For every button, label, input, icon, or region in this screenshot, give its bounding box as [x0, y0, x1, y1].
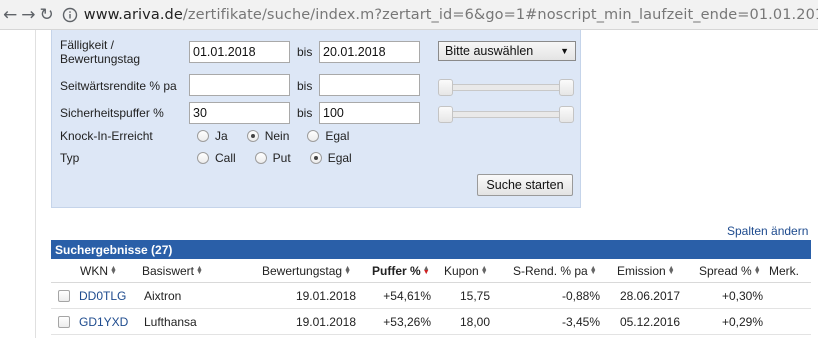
typ-option-egal[interactable]: Egal [309, 151, 352, 165]
column-header-srend[interactable]: S-Rend. % pa ▲ ▼ [513, 264, 597, 278]
puffer-to-input[interactable] [319, 102, 420, 124]
column-header-basiswert[interactable]: Basiswert ▲ ▼ [142, 264, 203, 278]
slider-track [442, 84, 570, 91]
sort-icon: ▲ ▼ [589, 265, 597, 276]
wkn-link[interactable]: DD0TLG [79, 289, 126, 303]
typ-radio-group: Call Put Egal [197, 151, 371, 165]
row-checkbox[interactable] [58, 316, 70, 328]
table-row: GD1YXD Lufthansa 19.01.2018 +53,26% 18,0… [51, 309, 811, 335]
column-header-spread[interactable]: Spread % ▲ ▼ [699, 264, 761, 278]
spread-cell: +0,30% [721, 289, 763, 303]
url-host: www.ariva.de [83, 6, 183, 23]
column-header-kupon[interactable]: Kupon ▲ ▼ [444, 264, 488, 278]
puffer-from-input[interactable] [189, 102, 290, 124]
puffer-cell: +53,26% [383, 315, 431, 329]
reload-icon[interactable]: ↻ [40, 4, 54, 26]
sort-icon: ▲ ▼ [667, 265, 675, 276]
column-header-merk: Merk. [769, 264, 799, 278]
bis-label: bis [297, 45, 313, 59]
srend-cell: -0,88% [561, 289, 600, 303]
knockin-option-ja[interactable]: Ja [197, 129, 228, 143]
results-title: Suchergebnisse (27) [51, 240, 811, 259]
spread-cell: +0,29% [721, 315, 763, 329]
change-columns-link[interactable]: Spalten ändern [727, 224, 808, 238]
bewertungstag-cell: 19.01.2018 [295, 289, 356, 303]
basiswert-cell: Lufthansa [144, 315, 197, 329]
column-header-bewertungstag[interactable]: Bewertungstag ▲ ▼ [262, 264, 351, 278]
bis-label: bis [297, 79, 313, 93]
radio-button[interactable] [307, 130, 320, 142]
url-path: /zertifikate/suche/index.m?zertart_id=6&… [182, 6, 818, 23]
search-button[interactable]: Suche starten [477, 174, 573, 196]
typ-option-call[interactable]: Call [197, 151, 236, 165]
emission-cell: 28.06.2017 [619, 289, 680, 303]
table-row: DD0TLG Aixtron 19.01.2018 +54,61% 15,75 … [51, 283, 811, 309]
dropdown-arrow-icon: ▼ [560, 46, 569, 56]
sort-icon: ▲ ▼ [196, 265, 203, 276]
radio-button[interactable] [197, 152, 209, 164]
sort-icon: ▲ ▼ [110, 265, 117, 276]
puffer-cell: +54,61% [383, 289, 431, 303]
faelligkeit-select[interactable]: Bitte auswählen ▼ [438, 41, 576, 61]
results-column-headers: WKN ▲ ▼ Basiswert ▲ ▼ Bewertungstag ▲ ▼ Puffer… [51, 259, 811, 283]
sort-icon: ▲ ▼ [344, 265, 351, 276]
srend-cell: -3,45% [561, 315, 600, 329]
back-arrow-icon[interactable]: ← [3, 4, 17, 26]
info-icon[interactable] [62, 6, 78, 24]
kupon-cell: 18,00 [459, 315, 490, 329]
faelligkeit-to-input[interactable] [319, 41, 420, 63]
wkn-link[interactable]: GD1YXD [79, 315, 128, 329]
radio-button-checked[interactable] [309, 152, 322, 164]
basiswert-cell: Aixtron [144, 289, 182, 303]
address-bar[interactable]: www.ariva.de/zertifikate/suche/index.m?z… [84, 7, 818, 23]
knockin-label: Knock-In-Erreicht [60, 129, 153, 143]
bis-label: bis [297, 106, 313, 120]
emission-cell: 05.12.2016 [619, 315, 680, 329]
knockin-option-nein[interactable]: Nein [246, 129, 289, 143]
slider-max-handle[interactable] [559, 79, 574, 96]
column-header-emission[interactable]: Emission ▲ ▼ [617, 264, 675, 278]
seitwaerts-to-input[interactable] [319, 74, 420, 96]
bewertungstag-cell: 19.01.2018 [295, 315, 356, 329]
faelligkeit-from-input[interactable] [189, 41, 290, 63]
puffer-label: Sicherheitspuffer % [60, 106, 164, 120]
radio-button[interactable] [197, 130, 209, 142]
column-header-wkn[interactable]: WKN ▲ ▼ [80, 264, 117, 278]
select-value: Bitte auswählen [445, 44, 534, 58]
forward-arrow-icon[interactable]: → [21, 4, 35, 26]
sort-icon: ▲ ▼ [753, 265, 761, 276]
column-header-puffer[interactable]: Puffer % ▲ ▼ [372, 264, 430, 278]
sort-desc-icon: ▲ ▼ [422, 265, 430, 276]
slider-track [442, 111, 570, 118]
sort-icon: ▲ ▼ [480, 265, 488, 276]
kupon-cell: 15,75 [459, 289, 490, 303]
page-divider [35, 30, 36, 338]
seitwaerts-from-input[interactable] [189, 74, 290, 96]
browser-toolbar: ← → ↻ www.ariva.de/zertifikate/suche/ind… [0, 0, 818, 30]
row-checkbox[interactable] [58, 290, 70, 302]
radio-button-checked[interactable] [246, 130, 259, 142]
seitwaerts-slider[interactable] [438, 79, 574, 96]
knockin-option-egal[interactable]: Egal [307, 129, 349, 143]
slider-min-handle[interactable] [438, 79, 453, 96]
faelligkeit-label: Fälligkeit / Bewertungstag [60, 38, 141, 66]
slider-max-handle[interactable] [559, 106, 574, 123]
seitwaerts-label: Seitwärtsrendite % pa [60, 79, 177, 93]
search-form-panel: Fälligkeit / Bewertungstag bis Bitte aus… [51, 30, 581, 208]
typ-label: Typ [60, 151, 80, 165]
puffer-slider[interactable] [438, 106, 574, 123]
knockin-radio-group: Ja Nein Egal [197, 129, 368, 143]
slider-min-handle[interactable] [438, 106, 453, 123]
radio-button[interactable] [254, 152, 267, 164]
typ-option-put[interactable]: Put [254, 151, 291, 165]
